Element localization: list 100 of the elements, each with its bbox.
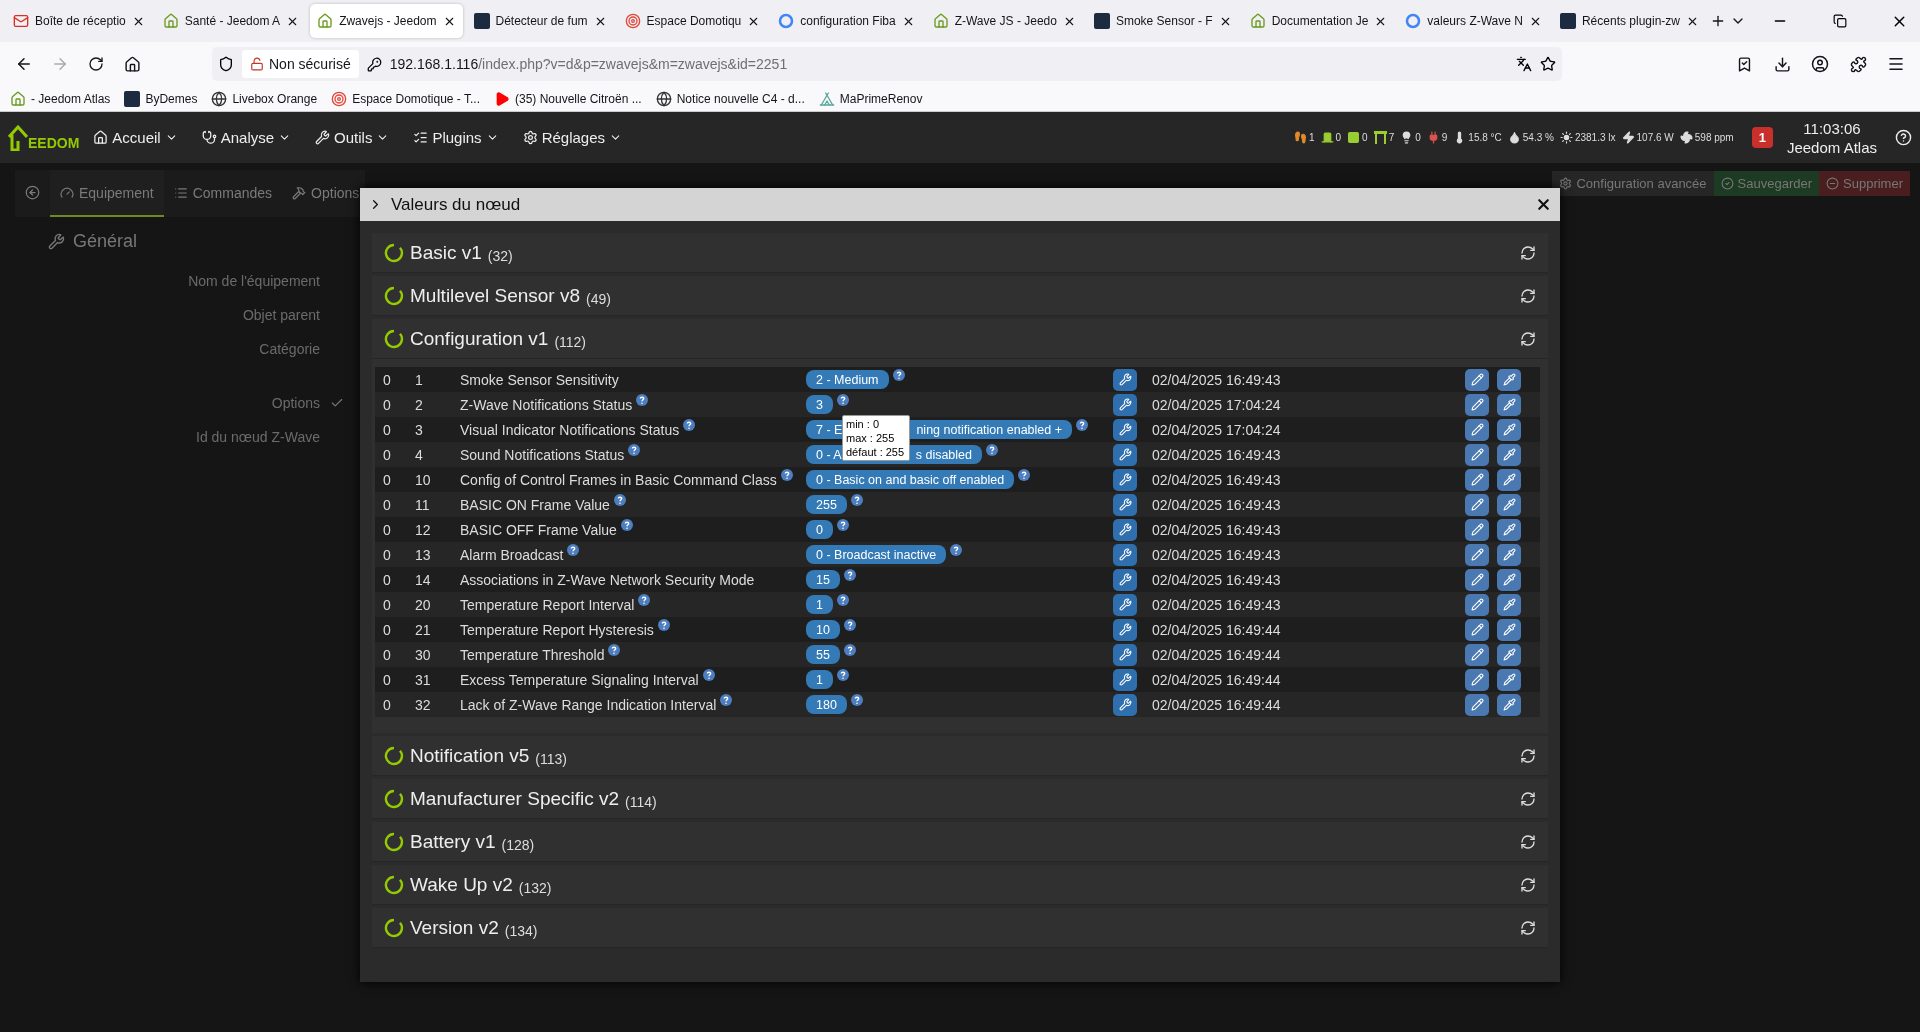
page-tab[interactable]: Options: [282, 170, 370, 217]
help-icon[interactable]: [608, 643, 621, 656]
settings-button[interactable]: [1113, 443, 1137, 466]
refresh-icon[interactable]: [1520, 330, 1536, 347]
refresh-icon[interactable]: [1520, 790, 1536, 807]
browser-tab[interactable]: Détecteur de fum: [466, 4, 614, 38]
edit-button[interactable]: [1465, 493, 1489, 516]
star-icon[interactable]: [1540, 56, 1556, 72]
account-icon[interactable]: [1811, 55, 1829, 73]
edit-button[interactable]: [1465, 668, 1489, 691]
help-icon[interactable]: [836, 518, 849, 531]
settings-button[interactable]: [1113, 518, 1137, 541]
help-icon[interactable]: [780, 468, 793, 481]
browser-tab[interactable]: valeurs Z-Wave N: [1398, 4, 1549, 38]
value-badge[interactable]: 0 - Basic on and basic off enabled: [806, 470, 1015, 489]
help-icon[interactable]: [636, 393, 649, 406]
settings-button[interactable]: [1113, 368, 1137, 391]
address-bar[interactable]: Non sécurisé 192.168.1.116/index.php?v=d&p=zwavejs&m=zwavejs&id=2251: [212, 47, 1562, 81]
settings-button[interactable]: [1113, 418, 1137, 441]
help-icon[interactable]: [620, 518, 633, 531]
help-icon[interactable]: [850, 693, 863, 706]
refresh-icon[interactable]: [1520, 747, 1536, 764]
menu-icon[interactable]: [1887, 55, 1905, 73]
help-icon[interactable]: [836, 668, 849, 681]
browser-tab[interactable]: Documentation Je: [1242, 4, 1395, 38]
help-icon[interactable]: [836, 393, 849, 406]
settings-button[interactable]: [1113, 693, 1137, 716]
settings-button[interactable]: [1113, 543, 1137, 566]
settings-button[interactable]: [1113, 618, 1137, 641]
home-icon[interactable]: [123, 55, 141, 73]
accordion-header[interactable]: Version v2 (134): [372, 908, 1548, 948]
browser-tab[interactable]: Espace Domotiqu: [617, 4, 768, 38]
browser-tab[interactable]: Zwavejs - Jeedom: [310, 4, 463, 38]
user-name[interactable]: Jeedom Atlas: [1786, 137, 1877, 157]
help-icon[interactable]: [950, 543, 963, 556]
eyedropper-button[interactable]: [1497, 643, 1521, 666]
accordion-header[interactable]: Notification v5 (113): [372, 736, 1548, 776]
bookmark[interactable]: MaPrimeRenov: [818, 90, 923, 107]
eyedropper-button[interactable]: [1497, 443, 1521, 466]
eyedropper-button[interactable]: [1497, 393, 1521, 416]
help-icon[interactable]: [702, 668, 715, 681]
nav-menu[interactable]: Outils: [315, 129, 390, 146]
value-badge[interactable]: 0 - Broadcast inactive: [806, 545, 947, 564]
help-icon[interactable]: [843, 643, 856, 656]
accordion-header[interactable]: Basic v1 (32): [372, 233, 1548, 273]
edit-button[interactable]: [1465, 643, 1489, 666]
settings-button[interactable]: [1113, 568, 1137, 591]
browser-tab[interactable]: Boîte de réceptio: [6, 4, 152, 38]
restore-icon[interactable]: [1833, 14, 1847, 28]
nav-menu[interactable]: Réglages: [522, 129, 622, 146]
bookmark[interactable]: Espace Domotique - T...: [331, 90, 480, 107]
value-badge[interactable]: 2 - Medium: [806, 370, 889, 389]
value-badge[interactable]: 255: [806, 495, 847, 514]
value-badge[interactable]: 10: [806, 620, 840, 639]
new-tab-icon[interactable]: [1710, 13, 1726, 29]
eyedropper-button[interactable]: [1497, 568, 1521, 591]
download-icon[interactable]: [1773, 55, 1791, 73]
help-icon[interactable]: [1076, 418, 1088, 431]
browser-tab[interactable]: Santé - Jeedom A: [155, 4, 307, 38]
value-badge[interactable]: 1: [806, 670, 833, 689]
browser-tab[interactable]: Smoke Sensor - F: [1086, 4, 1239, 38]
settings-button[interactable]: [1113, 593, 1137, 616]
page-tab[interactable]: Equipement: [50, 170, 164, 217]
help-icon[interactable]: [638, 593, 651, 606]
help-icon[interactable]: [850, 493, 863, 506]
value-badge[interactable]: 15: [806, 570, 840, 589]
eyedropper-button[interactable]: [1497, 368, 1521, 391]
reload-icon[interactable]: [88, 56, 104, 72]
settings-button[interactable]: [1113, 643, 1137, 666]
value-badge[interactable]: 55: [806, 645, 840, 664]
url-text[interactable]: 192.168.1.116/index.php?v=d&p=zwavejs&m=zwavejs&id=2251: [389, 56, 1508, 72]
edit-button[interactable]: [1465, 618, 1489, 641]
nav-menu[interactable]: Accueil: [93, 129, 178, 146]
eyedropper-button[interactable]: [1497, 468, 1521, 491]
check-icon[interactable]: [330, 396, 344, 410]
bookmark[interactable]: - Jeedom Atlas: [10, 90, 111, 107]
accordion-header[interactable]: Wake Up v2 (132): [372, 865, 1548, 905]
eyedropper-button[interactable]: [1497, 518, 1521, 541]
eyedropper-button[interactable]: [1497, 668, 1521, 691]
value-badge[interactable]: 0: [806, 520, 833, 539]
security-indicator[interactable]: Non sécurisé: [242, 50, 359, 78]
help-icon[interactable]: [720, 693, 733, 706]
help-icon[interactable]: [683, 418, 696, 431]
browser-tab[interactable]: configuration Fiba: [771, 4, 922, 38]
accordion-header[interactable]: Manufacturer Specific v2 (114): [372, 779, 1548, 819]
help-icon[interactable]: [1018, 468, 1031, 481]
help-icon[interactable]: [567, 543, 580, 556]
help-icon[interactable]: [1895, 129, 1912, 146]
refresh-icon[interactable]: [1520, 244, 1536, 261]
logo[interactable]: EEDOM: [8, 124, 80, 151]
help-icon[interactable]: [843, 618, 856, 631]
browser-tab[interactable]: Z-Wave JS - Jeedo: [925, 4, 1083, 38]
bookmark[interactable]: (35) Nouvelle Citroën ...: [493, 90, 642, 107]
back-icon[interactable]: [15, 55, 33, 73]
nav-menu[interactable]: Analyse: [201, 129, 292, 146]
edit-button[interactable]: [1465, 443, 1489, 466]
help-icon[interactable]: [836, 593, 849, 606]
help-icon[interactable]: [892, 368, 905, 381]
close-icon[interactable]: [1535, 196, 1552, 213]
settings-button[interactable]: [1113, 493, 1137, 516]
